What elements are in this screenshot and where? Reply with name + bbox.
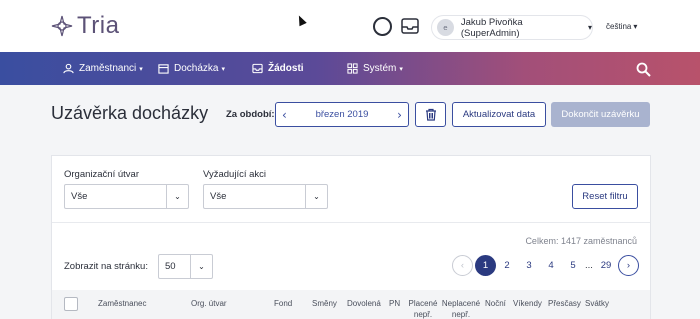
column-header[interactable]: Zaměstnanec	[98, 298, 146, 309]
column-header[interactable]: Fond	[274, 298, 292, 309]
chevron-down-icon: ▾	[587, 23, 592, 32]
nav-label: Systém	[363, 63, 397, 74]
period-picker: ‹ březen 2019 ›	[275, 102, 409, 127]
select-value: 50	[165, 261, 176, 272]
top-header: Tria e Jakub Pivoňka (SuperAdmin) ▾ češt…	[0, 0, 700, 52]
pagination-next-button[interactable]: ›	[618, 255, 639, 276]
tria-logo-icon	[51, 15, 73, 37]
pagination-page-1[interactable]: 1	[475, 255, 496, 276]
column-header[interactable]: PN	[389, 298, 400, 309]
chevron-down-icon: ▾	[221, 65, 225, 73]
per-page-label: Zobrazit na stránku:	[64, 261, 148, 272]
pagination-page-5[interactable]: 5	[564, 255, 582, 276]
pagination-page-3[interactable]: 3	[520, 255, 538, 276]
pagination-page-2[interactable]: 2	[498, 255, 516, 276]
pagination-page-4[interactable]: 4	[542, 255, 560, 276]
nav-label: Žádosti	[268, 63, 304, 74]
closing-card: Organizační útvar Vše ⌄ Vyžadující akci …	[51, 155, 651, 319]
user-menu[interactable]: e Jakub Pivoňka (SuperAdmin) ▾	[431, 15, 593, 40]
status-circle-icon[interactable]	[373, 17, 392, 36]
avatar: e	[437, 19, 454, 36]
language-selector[interactable]: čeština ▾	[604, 21, 637, 32]
chevron-down-icon: ⌄	[190, 255, 212, 278]
user-name: Jakub Pivoňka (SuperAdmin)	[460, 16, 523, 39]
search-icon[interactable]	[636, 62, 651, 77]
action-filter-select[interactable]: Vše ⌄	[203, 184, 328, 209]
column-header[interactable]: Svátky	[585, 298, 609, 309]
column-header[interactable]: Noční	[485, 298, 506, 309]
grid-icon	[347, 63, 358, 74]
select-value: Vše	[71, 191, 88, 202]
nav-item-attendance[interactable]: Docházka ▾	[158, 52, 225, 85]
nav-item-system[interactable]: Systém ▾	[347, 52, 403, 85]
per-page-select[interactable]: 50 ⌄	[158, 254, 213, 279]
finish-closing-button[interactable]: Dokončit uzávěrku	[551, 102, 650, 127]
chevron-down-icon: ▾	[139, 65, 143, 73]
period-label: Za období:	[226, 109, 275, 120]
column-header[interactable]: Placené nepř.	[408, 298, 438, 319]
table-header: Zaměstnanec Org. útvar Fond Směny Dovole…	[52, 290, 650, 319]
chevron-down-icon: ▾	[633, 22, 638, 31]
page-title: Uzávěrka docházky	[51, 103, 209, 123]
reset-filter-button[interactable]: Reset filtru	[572, 184, 638, 209]
period-value[interactable]: březen 2019	[316, 109, 369, 120]
person-icon	[63, 63, 74, 74]
update-data-button[interactable]: Aktualizovat data	[452, 102, 546, 127]
nav-item-employees[interactable]: Zaměstnanci ▾	[63, 52, 143, 85]
column-header[interactable]: Dovolená	[347, 298, 381, 309]
nav-label: Docházka	[174, 63, 219, 74]
unit-filter-select[interactable]: Vše ⌄	[64, 184, 189, 209]
main-nav: Zaměstnanci ▾ Docházka ▾ Žádosti Systém …	[0, 52, 700, 85]
column-header[interactable]: Přesčasy	[548, 298, 581, 309]
nav-label: Zaměstnanci	[79, 63, 137, 74]
action-filter-label: Vyžadující akci	[203, 169, 267, 180]
column-header[interactable]: Směny	[312, 298, 337, 309]
chevron-down-icon: ⌄	[305, 185, 327, 208]
nav-item-requests[interactable]: Žádosti	[252, 52, 304, 85]
chevron-down-icon: ▾	[399, 65, 403, 73]
calendar-icon	[158, 64, 169, 74]
total-count: Celkem: 1417 zaměstnanců	[525, 236, 637, 246]
inbox-icon[interactable]	[401, 18, 419, 34]
delete-button[interactable]	[415, 102, 446, 127]
pagination-ellipsis: ...	[585, 260, 593, 271]
inbox-icon	[252, 63, 263, 74]
select-all-checkbox[interactable]	[64, 297, 78, 311]
chevron-right-icon[interactable]: ›	[397, 108, 402, 122]
logo-text: Tria	[77, 12, 120, 39]
mouse-cursor-icon	[295, 13, 307, 27]
chevron-down-icon: ⌄	[166, 185, 188, 208]
app-logo[interactable]: Tria	[51, 12, 119, 40]
pagination-prev-button[interactable]: ‹	[452, 255, 473, 276]
trash-icon	[425, 108, 436, 121]
chevron-left-icon[interactable]: ‹	[282, 108, 287, 122]
unit-filter-label: Organizační útvar	[64, 169, 139, 180]
select-value: Vše	[210, 191, 227, 202]
column-header[interactable]: Neplacené nepř.	[441, 298, 481, 319]
column-header[interactable]: Org. útvar	[191, 298, 227, 309]
divider	[52, 222, 650, 223]
pagination-page-29[interactable]: 29	[597, 255, 615, 276]
column-header[interactable]: Víkendy	[513, 298, 542, 309]
language-label: čeština	[606, 22, 632, 31]
